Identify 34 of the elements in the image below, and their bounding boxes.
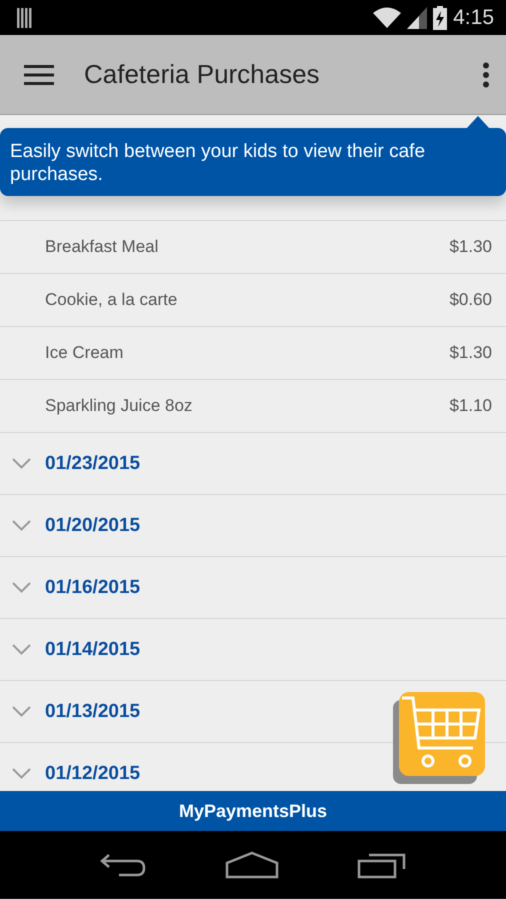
date-header[interactable]: 01/14/2015 [45,638,140,660]
date-header[interactable]: 01/12/2015 [45,762,140,784]
chevron-down-icon[interactable] [12,520,31,531]
item-price: $1.30 [449,343,492,363]
date-header[interactable]: 01/23/2015 [45,452,140,474]
chevron-down-icon[interactable] [12,458,31,469]
wifi-icon [373,6,402,28]
item-price: $1.10 [449,396,492,416]
brand-name: MyPaymentsPlus [178,800,328,822]
item-name: Sparkling Juice 8oz [45,396,192,416]
item-name: Cookie, a la carte [45,290,178,310]
tooltip-text: Easily switch between your kids to view their cafe purchases. [10,141,426,185]
recent-apps-icon[interactable] [357,851,407,879]
screen-title: Cafeteria Purchases [84,59,321,90]
cart-button[interactable] [393,692,485,784]
date-header[interactable]: 01/20/2015 [45,514,140,536]
chevron-down-icon[interactable] [12,644,31,655]
item-name: Ice Cream [45,343,124,363]
back-icon[interactable] [99,851,147,879]
item-name: Breakfast Meal [45,237,158,257]
signal-icon [407,6,428,28]
menu-icon[interactable] [24,64,54,86]
date-header[interactable]: 01/13/2015 [45,700,140,722]
item-price: $1.30 [449,237,492,257]
notification-icon [16,6,34,28]
chevron-down-icon[interactable] [12,768,31,779]
home-icon[interactable] [225,851,279,879]
clock-time: 4:15 [453,6,494,30]
more-options-icon[interactable] [482,62,490,88]
chevron-down-icon[interactable] [12,706,31,717]
item-price: $0.60 [449,290,492,310]
date-header[interactable]: 01/16/2015 [45,576,140,598]
chevron-down-icon[interactable] [12,582,31,593]
battery-icon [433,6,448,30]
